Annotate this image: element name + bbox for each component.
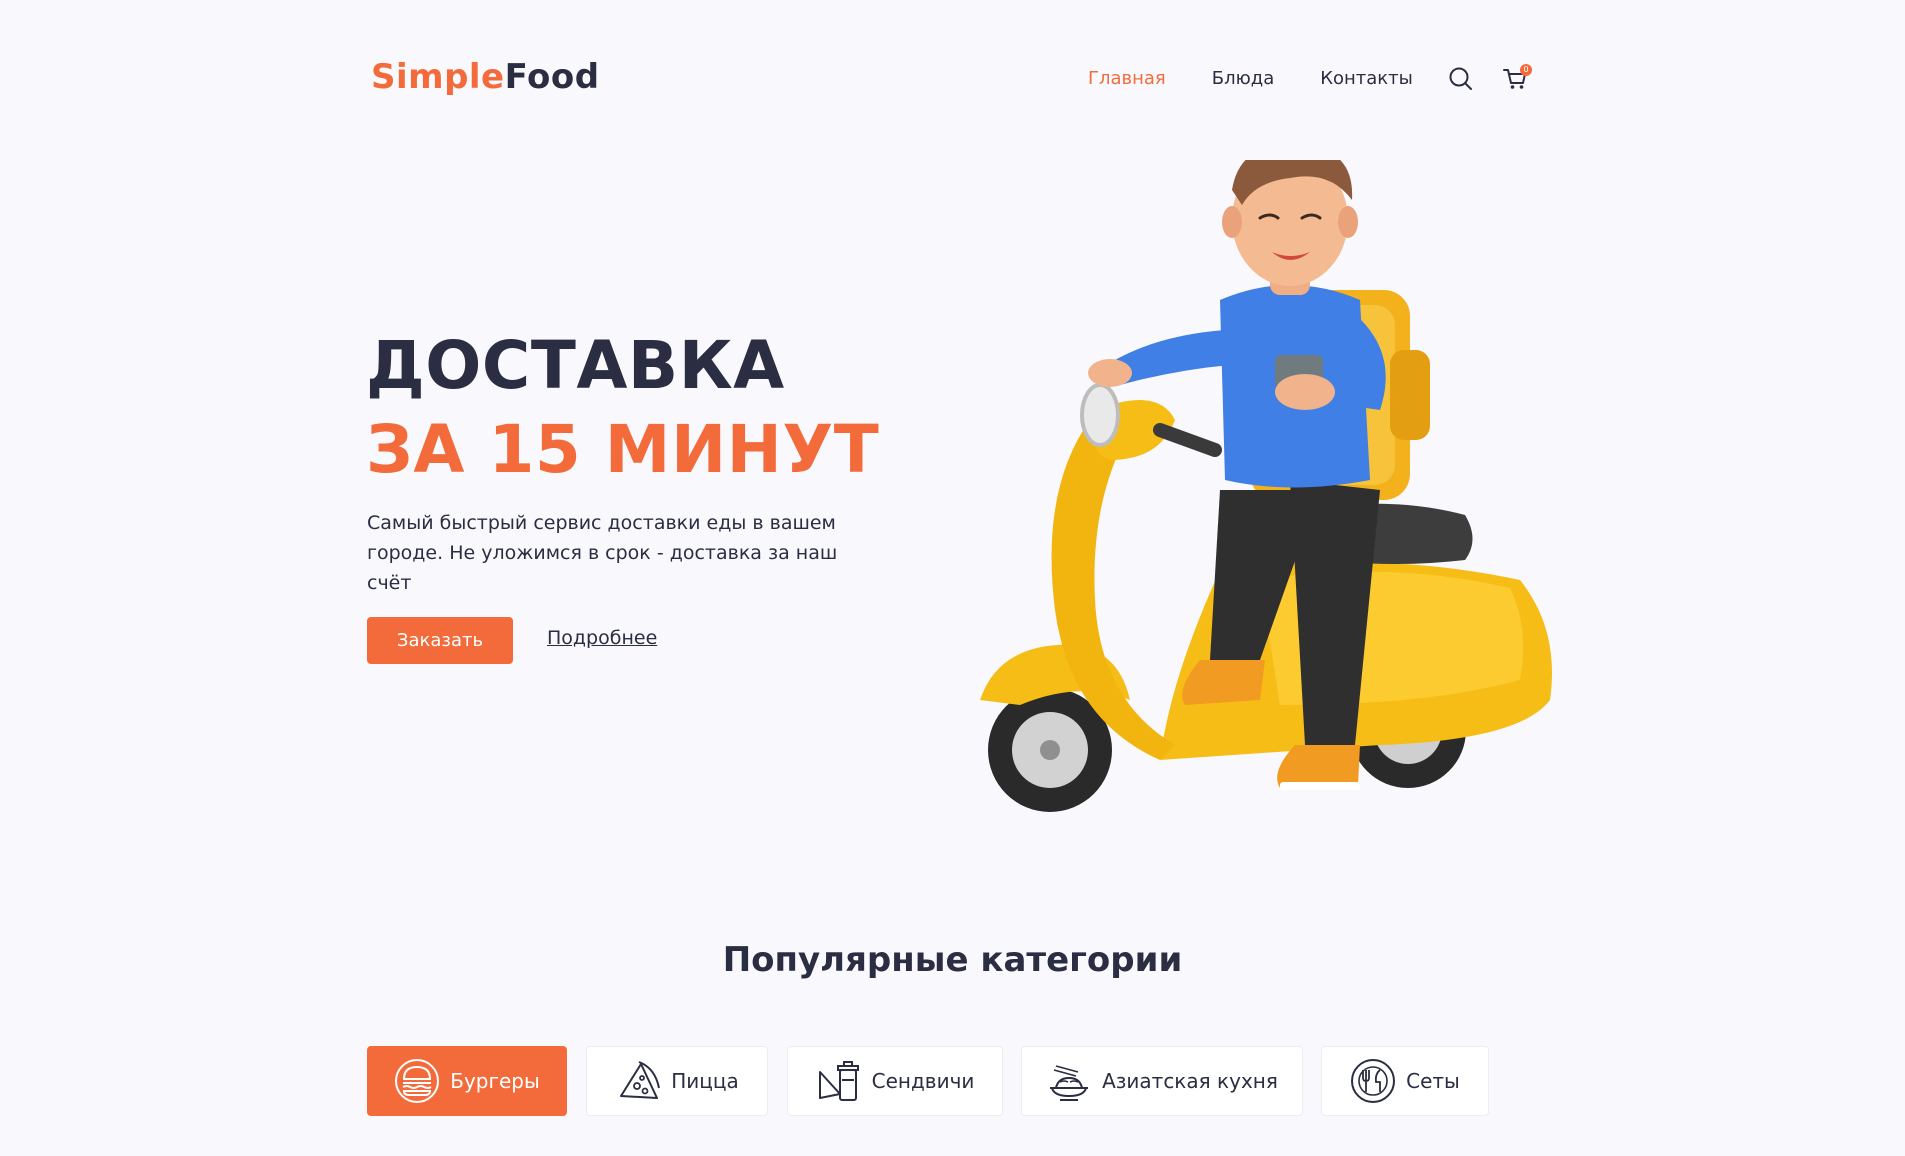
burger-icon [395,1059,440,1103]
cart-button[interactable]: 0 [1501,64,1535,94]
logo-part-food: Food [504,57,600,97]
category-label: Сендвичи [871,1069,975,1093]
more-link[interactable]: Подробнее [547,627,657,649]
sets-icon [1351,1059,1396,1103]
category-burgers[interactable]: Бургеры [367,1046,567,1116]
logo-part-simple: Simple [371,57,505,97]
nav-item-contacts[interactable]: Контакты [1320,68,1413,89]
category-label: Бургеры [450,1069,540,1093]
category-label: Азиатская кухня [1102,1069,1278,1093]
nav-item-home[interactable]: Главная [1088,68,1166,89]
order-button[interactable]: Заказать [367,617,513,664]
hero-title-line2: ЗА 15 МИНУТ [366,411,880,488]
category-sandwiches[interactable]: Сендвичи [787,1046,1003,1116]
pizza-icon [620,1061,661,1099]
sandwich-icon [818,1061,859,1101]
courier-scooter-illustration [960,144,1560,820]
site-header: SimpleFood Главная Блюда Контакты 0 [0,0,1905,160]
category-pizza[interactable]: Пицца [586,1046,768,1116]
hero-description: Самый быстрый сервис доставки еды в ваше… [367,512,838,594]
hero-title: ДОСТАВКА ЗА 15 МИНУТ [366,324,879,492]
category-label: Пицца [671,1069,739,1093]
cart-count-badge: 0 [1520,64,1532,76]
search-icon[interactable] [1448,66,1474,92]
nav-item-dishes[interactable]: Блюда [1212,68,1274,89]
categories-title: Популярные категории [722,940,1183,980]
category-sets[interactable]: Сеты [1321,1046,1489,1116]
logo[interactable]: SimpleFood [371,57,600,97]
hero-title-line1: ДОСТАВКА [366,327,785,404]
category-label: Сеты [1406,1069,1460,1093]
asian-food-icon [1050,1065,1089,1101]
main-nav: Главная Блюда Контакты [1088,68,1413,89]
category-asian[interactable]: Азиатская кухня [1021,1046,1303,1116]
